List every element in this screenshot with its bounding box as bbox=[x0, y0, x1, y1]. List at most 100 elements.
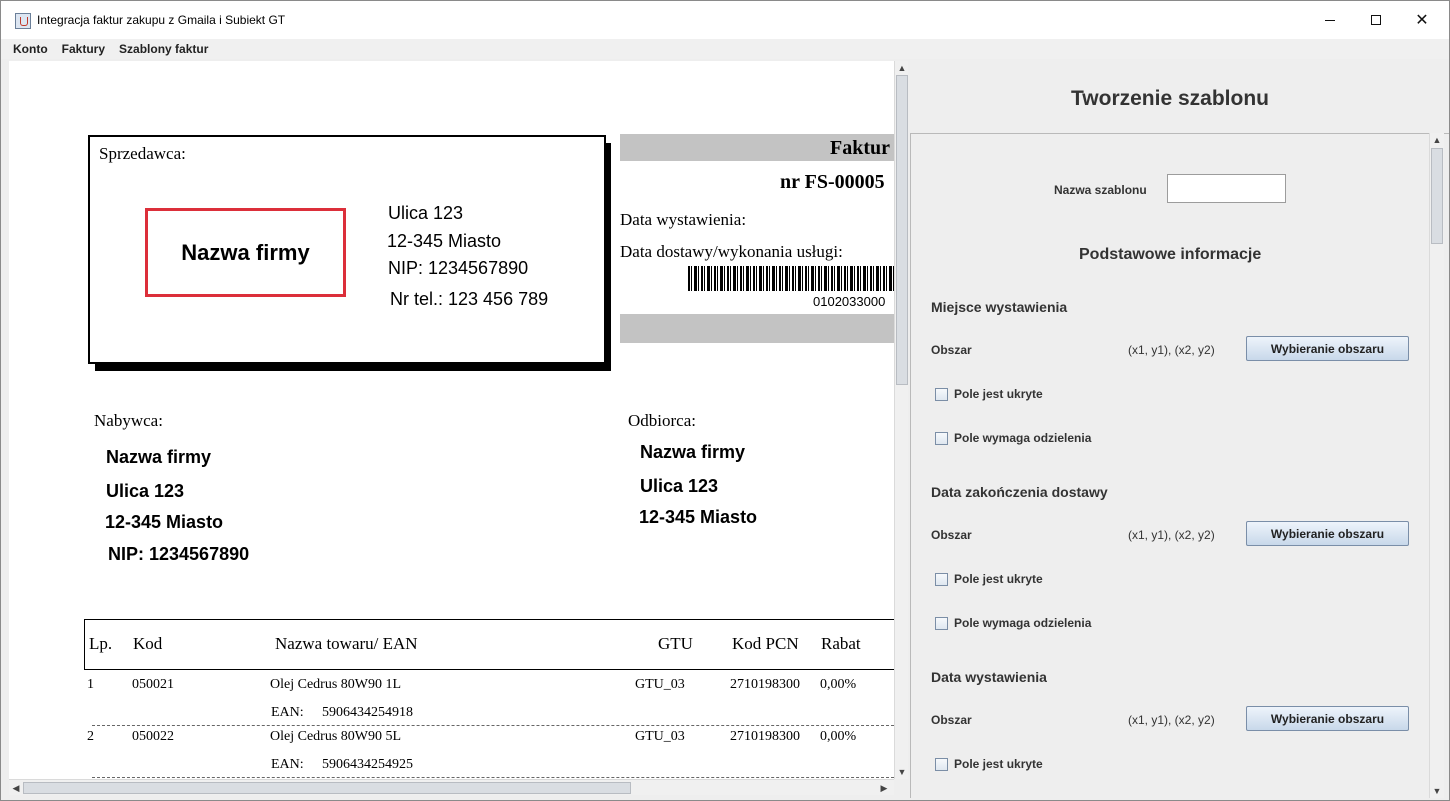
invoice-preview[interactable]: Sprzedawca: Nazwa firmy Ulica 123 12-345… bbox=[9, 61, 894, 779]
minimize-button[interactable] bbox=[1307, 1, 1353, 39]
row-pcn: 2710198300 bbox=[730, 729, 800, 744]
delivery-date-label: Data dostawy/wykonania usługi: bbox=[620, 242, 843, 261]
template-form: Nazwa szablonu Podstawowe informacje Mie… bbox=[910, 133, 1449, 798]
hidden-field-checkbox[interactable]: Pole jest ukryte bbox=[935, 387, 1043, 401]
app-window: Integracja faktur zakupu z Gmaila i Subi… bbox=[0, 0, 1450, 801]
recipient-street: Ulica 123 bbox=[640, 476, 719, 496]
barcode-number: 0102033000 bbox=[813, 294, 886, 309]
row-gtu: GTU_03 bbox=[635, 729, 685, 744]
scroll-down-arrow-icon[interactable]: ▼ bbox=[1430, 784, 1444, 798]
template-name-label: Nazwa szablonu bbox=[1054, 183, 1147, 197]
area-coords: (x1, y1), (x2, y2) bbox=[1128, 528, 1215, 542]
close-button[interactable]: ✕ bbox=[1399, 1, 1445, 39]
hidden-field-checkbox[interactable]: Pole jest ukryte bbox=[935, 572, 1043, 586]
row-ean-label: EAN: bbox=[271, 757, 304, 772]
select-area-button[interactable]: Wybieranie obszaru bbox=[1246, 336, 1409, 361]
invoice-title: Faktur bbox=[830, 137, 890, 159]
checkbox-box[interactable] bbox=[935, 387, 948, 401]
java-app-icon bbox=[15, 13, 31, 29]
area-coords: (x1, y1), (x2, y2) bbox=[1128, 713, 1215, 727]
checkbox-label: Pole jest ukryte bbox=[954, 387, 1043, 401]
row-rabat: 0,00% bbox=[820, 729, 857, 744]
invoice-vertical-scrollbar[interactable]: ▲ ▼ bbox=[894, 61, 908, 779]
row-ean: 5906434254918 bbox=[322, 705, 413, 720]
seller-nip: NIP: 1234567890 bbox=[388, 258, 529, 278]
issue-date-label: Data wystawienia: bbox=[620, 210, 747, 229]
template-panel: Tworzenie szablonu Nazwa szablonu Podsta… bbox=[910, 61, 1449, 800]
row-rabat: 0,00% bbox=[820, 677, 857, 692]
checkbox-box[interactable] bbox=[935, 572, 948, 586]
scroll-up-arrow-icon[interactable]: ▲ bbox=[1430, 133, 1444, 147]
template-vertical-scrollbar[interactable]: ▲ ▼ bbox=[1429, 133, 1444, 798]
buyer-street: Ulica 123 bbox=[106, 481, 185, 501]
invoice-horizontal-scroll-thumb[interactable] bbox=[23, 782, 631, 794]
invoice-gray-band bbox=[620, 314, 894, 343]
area-coords: (x1, y1), (x2, y2) bbox=[1128, 343, 1215, 357]
template-panel-title: Tworzenie szablonu bbox=[1071, 87, 1269, 110]
row-separator bbox=[92, 777, 894, 778]
menu-bar: Konto Faktury Szablony faktur bbox=[1, 39, 1449, 59]
hidden-field-checkbox[interactable]: Pole jest ukryte bbox=[935, 757, 1043, 771]
row-gtu: GTU_03 bbox=[635, 677, 685, 692]
scroll-right-arrow-icon[interactable]: ▶ bbox=[877, 781, 891, 795]
invoice-horizontal-scrollbar[interactable]: ◀ ▶ bbox=[9, 779, 894, 795]
area-label: Obszar bbox=[931, 713, 972, 727]
buyer-nip: NIP: 1234567890 bbox=[108, 544, 250, 564]
menu-konto[interactable]: Konto bbox=[6, 42, 55, 56]
row-kod: 050022 bbox=[132, 729, 174, 744]
basic-info-heading: Podstawowe informacje bbox=[1079, 246, 1262, 263]
minimize-icon bbox=[1325, 19, 1335, 21]
scroll-down-arrow-icon[interactable]: ▼ bbox=[895, 765, 909, 779]
menu-faktury[interactable]: Faktury bbox=[55, 42, 112, 56]
invoice-number: nr FS-00005 bbox=[780, 171, 885, 193]
seller-phone: Nr tel.: 123 456 789 bbox=[390, 289, 549, 309]
column-name-ean: Nazwa towaru/ EAN bbox=[275, 634, 418, 653]
column-rabat: Rabat bbox=[821, 634, 861, 653]
separate-field-checkbox[interactable]: Pole wymaga odzielenia bbox=[935, 616, 1091, 630]
invoice-vertical-scroll-thumb[interactable] bbox=[896, 75, 908, 385]
maximize-button[interactable] bbox=[1353, 1, 1399, 39]
separate-field-checkbox[interactable]: Pole wymaga odzielenia bbox=[935, 431, 1091, 445]
template-vertical-scroll-thumb[interactable] bbox=[1431, 148, 1443, 244]
row-separator bbox=[92, 725, 894, 726]
row-lp: 2 bbox=[87, 729, 94, 744]
barcode bbox=[688, 266, 894, 291]
scroll-left-arrow-icon[interactable]: ◀ bbox=[9, 781, 23, 795]
column-lp: Lp. bbox=[89, 634, 113, 653]
row-pcn: 2710198300 bbox=[730, 677, 800, 692]
recipient-city: 12-345 Miasto bbox=[639, 507, 758, 527]
column-kod: Kod bbox=[133, 634, 163, 653]
seller-street: Ulica 123 bbox=[388, 203, 464, 223]
row-lp: 1 bbox=[87, 677, 94, 692]
seller-name-highlight: Nazwa firmy bbox=[145, 208, 346, 297]
recipient-label: Odbiorca: bbox=[628, 411, 696, 430]
checkbox-label: Pole jest ukryte bbox=[954, 757, 1043, 771]
checkbox-label: Pole jest ukryte bbox=[954, 572, 1043, 586]
seller-box: Sprzedawca: Nazwa firmy Ulica 123 12-345… bbox=[88, 135, 606, 364]
menu-szablony-faktur[interactable]: Szablony faktur bbox=[112, 42, 215, 56]
row-kod: 050021 bbox=[132, 677, 174, 692]
row-name: Olej Cedrus 80W90 5L bbox=[270, 729, 402, 744]
checkbox-box[interactable] bbox=[935, 616, 948, 630]
template-name-input[interactable] bbox=[1167, 174, 1286, 203]
column-gtu: GTU bbox=[658, 634, 693, 653]
recipient-name: Nazwa firmy bbox=[640, 442, 746, 462]
close-icon: ✕ bbox=[1415, 12, 1429, 29]
window-title: Integracja faktur zakupu z Gmaila i Subi… bbox=[37, 13, 286, 27]
items-table-header: Lp. Kod Nazwa towaru/ EAN GTU Kod PCN Ra… bbox=[84, 619, 894, 670]
section-title: Data zakończenia dostawy bbox=[931, 484, 1108, 500]
select-area-button[interactable]: Wybieranie obszaru bbox=[1246, 706, 1409, 731]
area-label: Obszar bbox=[931, 528, 972, 542]
row-name: Olej Cedrus 80W90 1L bbox=[270, 677, 402, 692]
scroll-up-arrow-icon[interactable]: ▲ bbox=[895, 61, 909, 75]
row-ean-label: EAN: bbox=[271, 705, 304, 720]
buyer-name: Nazwa firmy bbox=[106, 447, 212, 467]
row-ean: 5906434254925 bbox=[322, 757, 413, 772]
title-bar: Integracja faktur zakupu z Gmaila i Subi… bbox=[1, 1, 1449, 39]
area-label: Obszar bbox=[931, 343, 972, 357]
buyer-label: Nabywca: bbox=[94, 411, 163, 430]
checkbox-box[interactable] bbox=[935, 757, 948, 771]
select-area-button[interactable]: Wybieranie obszaru bbox=[1246, 521, 1409, 546]
seller-city: 12-345 Miasto bbox=[387, 231, 502, 251]
checkbox-box[interactable] bbox=[935, 431, 948, 445]
